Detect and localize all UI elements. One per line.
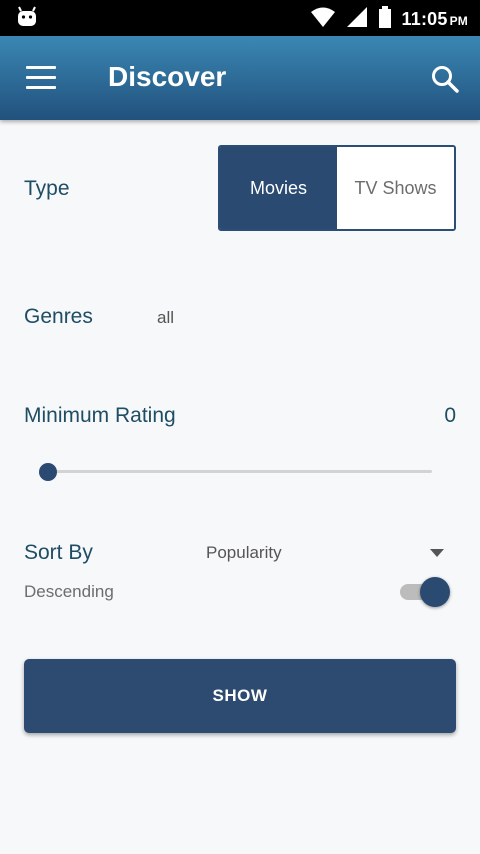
type-option-tv-shows[interactable]: TV Shows [337,147,454,229]
status-bar: 11:05 PM [0,0,480,36]
type-option-movies[interactable]: Movies [220,147,337,229]
sort-by-label: Sort By [24,541,93,564]
page-title: Discover [108,61,227,92]
descending-switch[interactable] [400,576,452,607]
show-button[interactable]: SHOW [24,659,456,733]
minimum-rating-label: Minimum Rating [24,404,176,427]
hamburger-menu-icon[interactable] [26,66,56,90]
sort-by-selected: Popularity [206,543,282,562]
descending-label: Descending [24,582,114,601]
status-time: 11:05 PM [402,9,468,30]
wifi-icon [310,6,336,33]
minimum-rating-value: 0 [444,404,456,427]
type-label: Type [24,177,70,200]
rating-slider-thumb[interactable] [39,463,57,481]
sort-by-dropdown[interactable]: Popularity [206,540,450,568]
type-toggle: Movies TV Shows [218,145,456,231]
signal-icon [346,6,368,33]
search-icon[interactable] [430,64,460,94]
battery-icon [378,6,392,33]
time-text: 11:05 [401,9,448,29]
android-icon [16,6,38,33]
genres-value[interactable]: all [157,308,174,328]
rating-slider-track[interactable] [48,470,432,473]
dropdown-arrow-icon [430,549,444,557]
time-ampm: PM [449,14,468,28]
app-bar: Discover [0,36,480,120]
switch-thumb [420,577,450,607]
genres-label: Genres [24,305,93,328]
